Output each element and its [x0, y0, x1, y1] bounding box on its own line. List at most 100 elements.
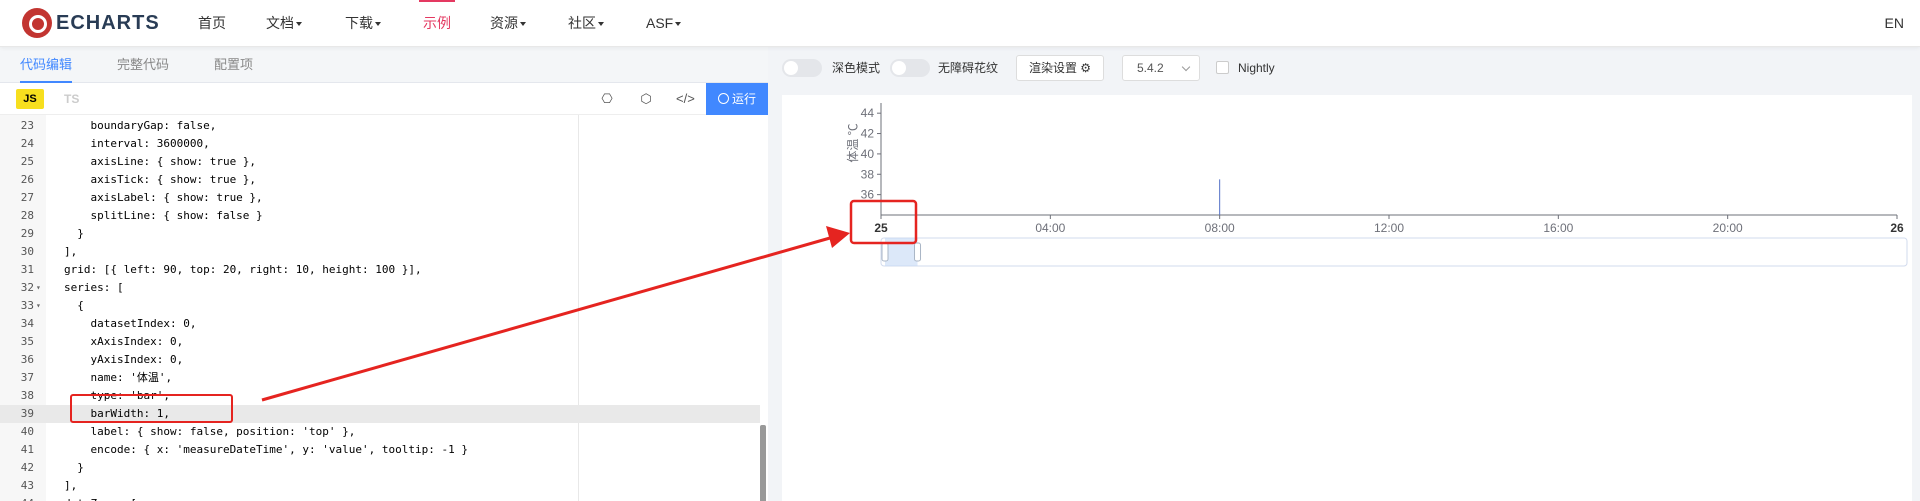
code-line: 32 ▾ series: [ [0, 279, 760, 297]
nav-item-2[interactable]: 下载 [345, 0, 381, 46]
nav-item-label: 示例 [423, 15, 451, 31]
aria-pattern-toggle[interactable] [890, 59, 930, 77]
editor-scrollbar[interactable] [760, 425, 766, 501]
nav-item-5[interactable]: 社区 [568, 0, 604, 46]
tab-code-edit[interactable]: 代码编辑 [20, 47, 73, 83]
code-line: 23 boundaryGap: false, [0, 117, 760, 135]
code-text: splitLine: { show: false } [64, 209, 263, 222]
nav-item-0[interactable]: 首页 [198, 0, 226, 46]
code-text: } [64, 461, 84, 474]
echarts-logo[interactable]: ECHARTS [22, 8, 160, 38]
x-tick-label: 08:00 [1205, 221, 1235, 235]
chevron-down-icon [1181, 62, 1191, 72]
line-number: 29 [20, 227, 34, 240]
code-line: 27 axisLabel: { show: true }, [0, 189, 760, 207]
fold-arrow-icon[interactable]: ▾ [36, 297, 41, 315]
box-icon[interactable]: ⬡ [638, 91, 654, 107]
annotation-box-code [70, 394, 233, 423]
code-panel: 代码编辑 完整代码 配置项 JS TS ⎔ ⬡ </> 运行 23 bounda… [0, 47, 768, 501]
nav-item-1[interactable]: 文档 [266, 0, 302, 46]
js-button[interactable]: JS [16, 89, 44, 109]
chart-container[interactable]: 36 38 40 42 44 体温 ℃ 25 04:00 08:00 12:00 16:00 20:0… [782, 95, 1912, 501]
code-text: axisLabel: { show: true }, [64, 191, 263, 204]
nav-item-label: 文档 [266, 15, 294, 31]
y-tick-label: 38 [861, 167, 875, 181]
run-button[interactable]: 运行 [706, 83, 768, 115]
code-text: dataZoom: [ [64, 495, 137, 501]
line-number: 24 [20, 137, 34, 150]
nav-item-6[interactable]: ASF [646, 0, 682, 46]
top-nav: ECHARTS 首页 文档 下载 示例 资源 社区 ASF EN [0, 0, 1920, 47]
code-text: yAxisIndex: 0, [64, 353, 184, 366]
fold-arrow-icon[interactable]: ▾ [36, 495, 41, 501]
line-number: 41 [20, 443, 34, 456]
nav-item-3[interactable]: 示例 [419, 0, 455, 46]
y-tick-label: 40 [861, 147, 875, 161]
code-text: axisLine: { show: true }, [64, 155, 257, 168]
line-number: 36 [20, 353, 34, 366]
caret-down-icon [296, 22, 302, 27]
version-select[interactable]: 5.4.2 [1122, 55, 1200, 81]
code-line: 42 } [0, 459, 760, 477]
bar [1219, 179, 1221, 215]
line-number: 39 [20, 407, 34, 420]
caret-down-icon [675, 22, 682, 27]
share-icon[interactable]: ⎔ [599, 91, 615, 107]
dark-mode-label: 深色模式 [832, 61, 881, 75]
line-number: 34 [20, 317, 34, 330]
code-line: 31 grid: [{ left: 90, top: 20, right: 10,… [0, 261, 760, 279]
run-icon [717, 93, 729, 104]
code-text: boundaryGap: false, [64, 119, 217, 132]
code-editor[interactable]: 23 boundaryGap: false, 24 interval: 36000… [0, 115, 768, 501]
line-number: 43 [20, 479, 34, 492]
code-line: 24 interval: 3600000, [0, 135, 760, 153]
tab-full-code[interactable]: 完整代码 [117, 47, 169, 83]
code-line: 34 datasetIndex: 0, [0, 315, 760, 333]
datazoom-track [880, 237, 1908, 267]
caret-down-icon [598, 22, 604, 27]
code-line: 33 ▾ { [0, 297, 760, 315]
code-text: datasetIndex: 0, [64, 317, 197, 330]
caret-down-icon [520, 22, 526, 27]
code-text: label: { show: false, position: 'top' }, [64, 425, 356, 438]
line-number: 27 [20, 191, 34, 204]
nav-item-label: 社区 [568, 15, 596, 31]
dark-mode-toggle[interactable] [782, 59, 822, 77]
nav-item-label: 资源 [490, 15, 518, 31]
nav-item-label: ASF [646, 15, 674, 31]
preview-toolbar: 深色模式 无障碍花纹 渲染设置 ⚙ 5.4.2 Nightly [768, 47, 1920, 87]
x-tick-label: 04:00 [1035, 221, 1065, 235]
editor-tabs: 代码编辑 完整代码 配置项 [0, 47, 768, 83]
render-settings-button[interactable]: 渲染设置 ⚙ [1016, 55, 1104, 81]
code-text: xAxisIndex: 0, [64, 335, 184, 348]
code-text: ], [64, 479, 78, 492]
aria-pattern-label: 无障碍花纹 [938, 61, 999, 75]
line-number: 30 [20, 245, 34, 258]
y-tick-label: 44 [861, 106, 875, 120]
nav-item-4[interactable]: 资源 [490, 0, 526, 46]
x-tick-label: 20:00 [1713, 221, 1743, 235]
code-line: 36 yAxisIndex: 0, [0, 351, 760, 369]
code-text: interval: 3600000, [64, 137, 210, 150]
nav-item-label: 下载 [345, 15, 373, 31]
code-text: series: [ [64, 281, 124, 294]
code-line: 40 label: { show: false, position: 'top'… [0, 423, 760, 441]
ts-button[interactable]: TS [64, 89, 79, 109]
caret-down-icon [375, 22, 381, 27]
nightly-checkbox[interactable] [1216, 61, 1229, 74]
language-switch[interactable]: EN [1885, 0, 1904, 46]
y-axis-title: 体温 ℃ [846, 123, 860, 162]
code-text: axisTick: { show: true }, [64, 173, 257, 186]
chart-svg: 36 38 40 42 44体温 ℃ 25 04:00 08:00 12:00 16:00 20:0… [846, 103, 1908, 267]
tab-options[interactable]: 配置项 [214, 47, 253, 83]
code-icon[interactable]: </> [676, 91, 695, 107]
fold-arrow-icon[interactable]: ▾ [36, 279, 41, 297]
nav-item-label: 首页 [198, 15, 226, 31]
y-tick-label: 36 [861, 188, 875, 202]
code-line: 26 axisTick: { show: true }, [0, 171, 760, 189]
datazoom-handle-start [881, 242, 889, 262]
preview-panel: 深色模式 无障碍花纹 渲染设置 ⚙ 5.4.2 Nightly 36 38 40 42… [768, 47, 1920, 501]
line-number: 37 [20, 371, 34, 384]
x-tick-label: 16:00 [1543, 221, 1573, 235]
line-number: 42 [20, 461, 34, 474]
